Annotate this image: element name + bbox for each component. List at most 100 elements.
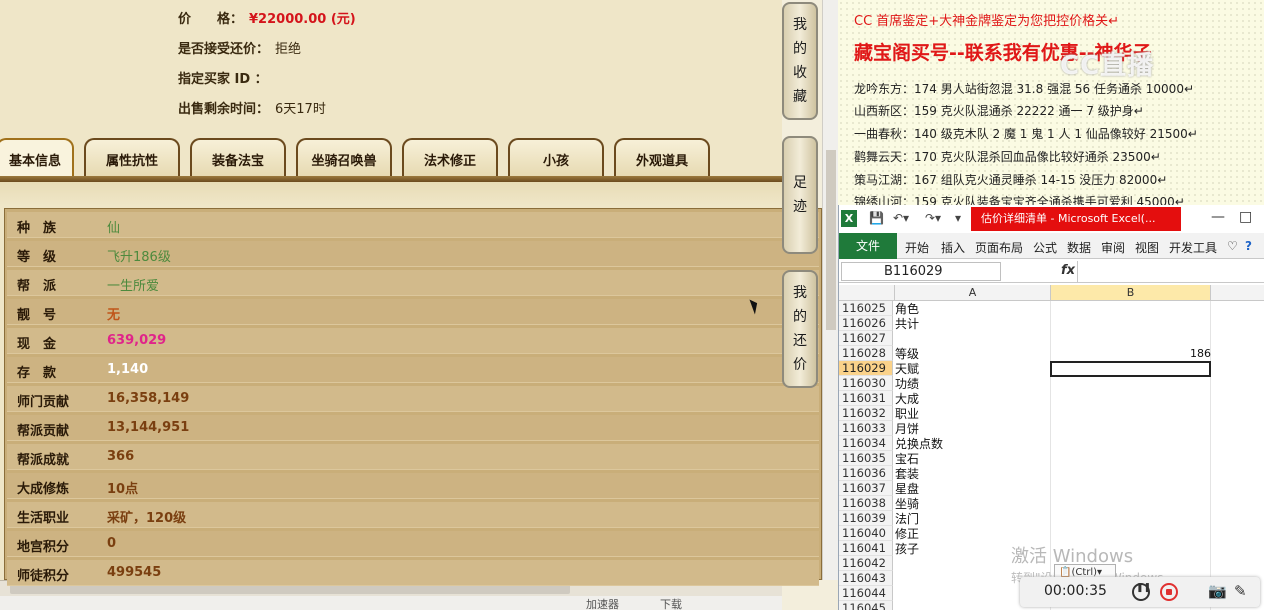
column-header-a[interactable]: A xyxy=(895,285,1051,301)
tab-mounts-pets[interactable]: 坐骑召唤兽 xyxy=(296,138,392,178)
stop-icon[interactable] xyxy=(1160,583,1178,601)
row-header[interactable]: 116028 xyxy=(839,346,893,361)
cell-a[interactable]: 坐骑 xyxy=(895,497,919,511)
row-header[interactable]: 116038 xyxy=(839,496,893,511)
cell-b[interactable]: 186 xyxy=(1051,347,1211,361)
price-row: 价 格： ¥22000.00 (元) xyxy=(178,8,356,27)
tab-attributes[interactable]: 属性抗性 xyxy=(84,138,180,178)
my-counter-offers-button[interactable]: 我的还价 xyxy=(782,270,818,388)
row-header[interactable]: 116044 xyxy=(839,586,893,601)
cell-a[interactable]: 月饼 xyxy=(895,422,919,436)
cell-a[interactable]: 兑换点数 xyxy=(895,437,943,451)
save-icon[interactable]: 💾 xyxy=(869,211,884,225)
cell-a[interactable]: 修正 xyxy=(895,527,919,541)
ribbon-tab-home[interactable]: 开始 xyxy=(905,239,929,256)
cell-a[interactable]: 星盘 xyxy=(895,482,919,496)
cell-a[interactable]: 天赋 xyxy=(895,362,919,376)
camera-icon[interactable]: 📷 xyxy=(1208,582,1227,600)
row-header[interactable]: 116035 xyxy=(839,451,893,466)
my-favorites-button[interactable]: 我的收藏 xyxy=(782,2,818,120)
tab-spell-correction[interactable]: 法术修正 xyxy=(402,138,498,178)
row-label: 大成修炼 xyxy=(17,482,70,497)
buyer-id-row: 指定买家 ID ： xyxy=(178,68,274,87)
info-table-row: 大成修炼 10点 xyxy=(7,473,819,499)
row-header[interactable]: 116033 xyxy=(839,421,893,436)
row-header[interactable]: 116025 xyxy=(839,301,893,316)
side-button-char: 我 xyxy=(793,17,807,33)
excel-logo-icon: X xyxy=(841,210,857,227)
counter-offer-label: 是否接受还价： xyxy=(178,42,270,57)
cc-live-logo: CC直播 xyxy=(1060,51,1155,81)
info-table-row: 师徒积分 499545 xyxy=(7,560,819,586)
row-header[interactable]: 116031 xyxy=(839,391,893,406)
customize-toolbar-icon[interactable]: ▾ xyxy=(955,211,961,225)
row-header[interactable]: 116042 xyxy=(839,556,893,571)
info-table-row: 等 级 飞升186级 xyxy=(7,241,819,267)
cell-a[interactable]: 孩子 xyxy=(895,542,919,556)
ribbon-tab-review[interactable]: 审阅 xyxy=(1101,239,1125,256)
undo-icon[interactable]: ↶▾ xyxy=(893,211,909,225)
row-header[interactable]: 116027 xyxy=(839,331,893,346)
ribbon-tab-view[interactable]: 视图 xyxy=(1135,239,1159,256)
remaining-time-label: 出售剩余时间： xyxy=(178,102,270,117)
vertical-scroll-thumb[interactable] xyxy=(826,150,836,330)
row-label: 师门贡献 xyxy=(17,395,70,410)
ribbon-tab-developer[interactable]: 开发工具 xyxy=(1169,239,1217,256)
download-label[interactable]: 下载 xyxy=(660,596,682,610)
cell-a[interactable]: 共计 xyxy=(895,317,919,331)
row-header[interactable]: 116040 xyxy=(839,526,893,541)
cell-a[interactable]: 套装 xyxy=(895,467,919,481)
accelerator-label[interactable]: 加速器 xyxy=(586,596,619,610)
row-header[interactable]: 116029 xyxy=(839,361,893,376)
tab-appearance[interactable]: 外观道具 xyxy=(614,138,710,178)
vertical-scrollbar[interactable] xyxy=(822,0,838,580)
notes-panel: CC 首席鉴定+大神金牌鉴定为您把控价格关↵ 藏宝阁买号--联系我有优惠--神华… xyxy=(838,0,1264,205)
cell-a[interactable]: 职业 xyxy=(895,407,919,421)
ribbon-tab-file[interactable]: 文件 xyxy=(839,233,897,259)
tab-basic-info[interactable]: 基本信息 xyxy=(0,138,74,178)
row-header[interactable]: 116026 xyxy=(839,316,893,331)
help-icon[interactable]: ? xyxy=(1245,239,1252,253)
minimize-icon[interactable]: — xyxy=(1211,209,1225,225)
footprints-button[interactable]: 足迹 xyxy=(782,136,818,254)
row-value: 采矿，120级 xyxy=(107,511,187,526)
cell-a[interactable]: 等级 xyxy=(895,347,919,361)
cell-a[interactable]: 宝石 xyxy=(895,452,919,466)
note-item: 龙吟东方：174 男人站街忽混 31.8 强混 56 任务通杀 10000↵ xyxy=(854,82,1195,96)
maximize-icon[interactable]: □ xyxy=(1239,209,1252,225)
side-button-char: 还 xyxy=(793,333,807,349)
row-label: 帮派贡献 xyxy=(17,424,70,439)
cell-a[interactable]: 角色 xyxy=(895,302,919,316)
active-cell-b116029[interactable] xyxy=(1050,361,1211,377)
ribbon-tab-insert[interactable]: 插入 xyxy=(941,239,965,256)
row-header[interactable]: 116041 xyxy=(839,541,893,556)
row-header[interactable]: 116036 xyxy=(839,466,893,481)
excel-window: X 💾 ↶▾ ↷▾ ▾ 估价详细清单 - Microsoft Excel(...… xyxy=(838,205,1264,610)
counter-offer-value: 拒绝 xyxy=(275,42,302,57)
name-box[interactable]: B116029 xyxy=(841,262,1001,281)
row-header[interactable]: 116037 xyxy=(839,481,893,496)
pause-icon[interactable] xyxy=(1132,583,1151,601)
row-header[interactable]: 116039 xyxy=(839,511,893,526)
row-header[interactable]: 116034 xyxy=(839,436,893,451)
column-header-b[interactable]: B xyxy=(1051,285,1211,301)
ribbon-tab-data[interactable]: 数据 xyxy=(1067,239,1091,256)
tab-equipment[interactable]: 装备法宝 xyxy=(190,138,286,178)
column-header-c[interactable] xyxy=(1211,285,1264,301)
ribbon-tab-page-layout[interactable]: 页面布局 xyxy=(975,239,1023,256)
tab-children[interactable]: 小孩 xyxy=(508,138,604,178)
cell-a[interactable]: 功绩 xyxy=(895,377,919,391)
insert-function-icon[interactable]: fx xyxy=(1061,263,1075,278)
ribbon-tab-formulas[interactable]: 公式 xyxy=(1033,239,1057,256)
pen-icon[interactable]: ✎ xyxy=(1234,582,1247,600)
cell-a[interactable]: 法门 xyxy=(895,512,919,526)
ribbon-heart-icon[interactable]: ♡ xyxy=(1227,239,1238,253)
row-header[interactable]: 116030 xyxy=(839,376,893,391)
row-header[interactable]: 116045 xyxy=(839,601,893,610)
row-header[interactable]: 116032 xyxy=(839,406,893,421)
cell-a[interactable]: 大成 xyxy=(895,392,919,406)
redo-icon[interactable]: ↷▾ xyxy=(925,211,941,225)
role-info-table: 种 族 仙等 级 飞升186级帮 派 一生所爱靓 号 无现 金 639,029 存 款 1,1… xyxy=(4,208,822,586)
row-header[interactable]: 116043 xyxy=(839,571,893,586)
select-all-corner[interactable] xyxy=(839,285,895,301)
